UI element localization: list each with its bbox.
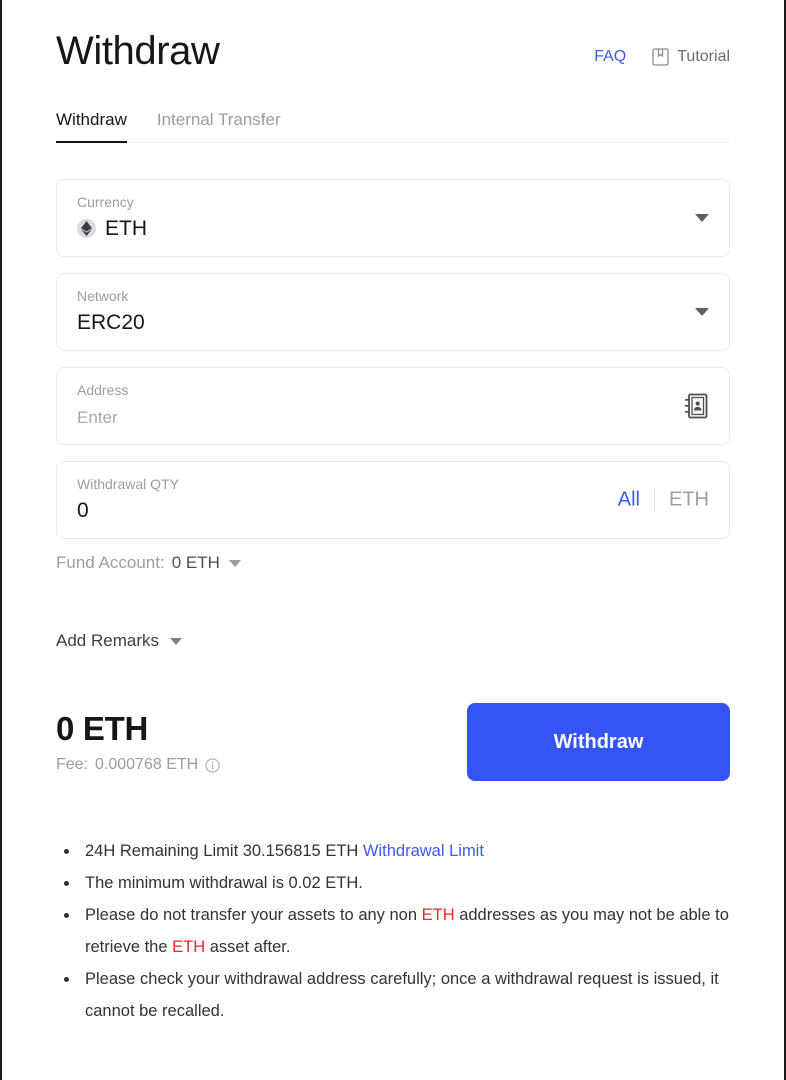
note-check-address: Please check your withdrawal address car… <box>56 963 730 1027</box>
fund-account-row[interactable]: Fund Account: 0 ETH <box>56 553 730 573</box>
address-label: Address <box>77 382 129 398</box>
note-transfer-part3: asset after. <box>205 938 291 956</box>
qty-actions: All ETH <box>618 489 709 512</box>
page-title: Withdraw <box>56 29 220 73</box>
header-links: FAQ Tutorial <box>594 28 730 66</box>
note-remaining-limit: 24H Remaining Limit 30.156815 ETH Withdr… <box>56 835 730 867</box>
currency-value-row: ETH <box>77 217 709 241</box>
summary-left: 0 ETH Fee: 0.000768 ETH <box>56 710 220 774</box>
withdrawal-limit-link[interactable]: Withdrawal Limit <box>363 842 484 860</box>
currency-select[interactable]: Currency ETH <box>56 179 730 257</box>
note-transfer-part1: Please do not transfer your assets to an… <box>85 906 422 924</box>
tab-bar: Withdraw Internal Transfer <box>56 110 730 143</box>
withdrawal-qty-label: Withdrawal QTY <box>77 476 179 492</box>
faq-link[interactable]: FAQ <box>594 48 626 66</box>
fund-account-amount: 0 ETH <box>171 553 220 572</box>
network-label: Network <box>77 288 129 304</box>
add-remarks-toggle[interactable]: Add Remarks <box>56 631 730 651</box>
withdraw-form: Currency ETH Network ERC20 Address Enter… <box>56 179 730 539</box>
book-icon <box>652 48 669 66</box>
network-select[interactable]: Network ERC20 <box>56 273 730 351</box>
add-remarks-label: Add Remarks <box>56 631 159 650</box>
chevron-down-icon[interactable] <box>695 214 709 222</box>
chevron-down-icon[interactable] <box>169 637 182 645</box>
note-minimum: The minimum withdrawal is 0.02 ETH. <box>56 867 730 899</box>
address-field[interactable]: Address Enter <box>56 367 730 445</box>
currency-label: Currency <box>77 194 134 210</box>
divider <box>654 489 655 511</box>
info-icon[interactable] <box>205 757 220 773</box>
chevron-down-icon[interactable] <box>228 559 241 567</box>
withdraw-submit-button[interactable]: Withdraw <box>467 703 730 781</box>
network-value: ERC20 <box>77 310 145 334</box>
fund-account-label: Fund Account: <box>56 553 165 572</box>
summary-fee: Fee: 0.000768 ETH <box>56 756 220 774</box>
tab-withdraw[interactable]: Withdraw <box>56 110 127 143</box>
note-token-2: ETH <box>172 938 206 956</box>
tutorial-link[interactable]: Tutorial <box>652 48 730 66</box>
address-input[interactable]: Enter <box>77 408 709 428</box>
notes-list: 24H Remaining Limit 30.156815 ETH Withdr… <box>56 835 730 1027</box>
currency-value: ETH <box>105 216 147 240</box>
fee-value: 0.000768 ETH <box>95 756 199 773</box>
withdrawal-qty-field[interactable]: Withdrawal QTY 0 All ETH <box>56 461 730 539</box>
tutorial-label: Tutorial <box>677 48 730 65</box>
note-token-1: ETH <box>421 906 455 924</box>
chevron-down-icon[interactable] <box>695 308 709 316</box>
page-header: Withdraw FAQ Tutorial <box>56 0 730 74</box>
note-non-eth-address: Please do not transfer your assets to an… <box>56 899 730 963</box>
fee-label: Fee: <box>56 756 89 773</box>
withdraw-page: Withdraw FAQ Tutorial Withdraw Internal … <box>0 0 786 1080</box>
eth-coin-icon <box>77 219 96 239</box>
note-limit-text: 24H Remaining Limit 30.156815 ETH <box>85 842 363 860</box>
withdrawal-qty-input[interactable]: 0 <box>77 499 709 523</box>
tab-internal-transfer[interactable]: Internal Transfer <box>157 110 281 142</box>
qty-all-button[interactable]: All <box>618 489 640 512</box>
qty-unit-label: ETH <box>669 488 709 511</box>
summary-row: 0 ETH Fee: 0.000768 ETH Withdraw <box>56 703 730 781</box>
summary-total: 0 ETH <box>56 710 149 747</box>
